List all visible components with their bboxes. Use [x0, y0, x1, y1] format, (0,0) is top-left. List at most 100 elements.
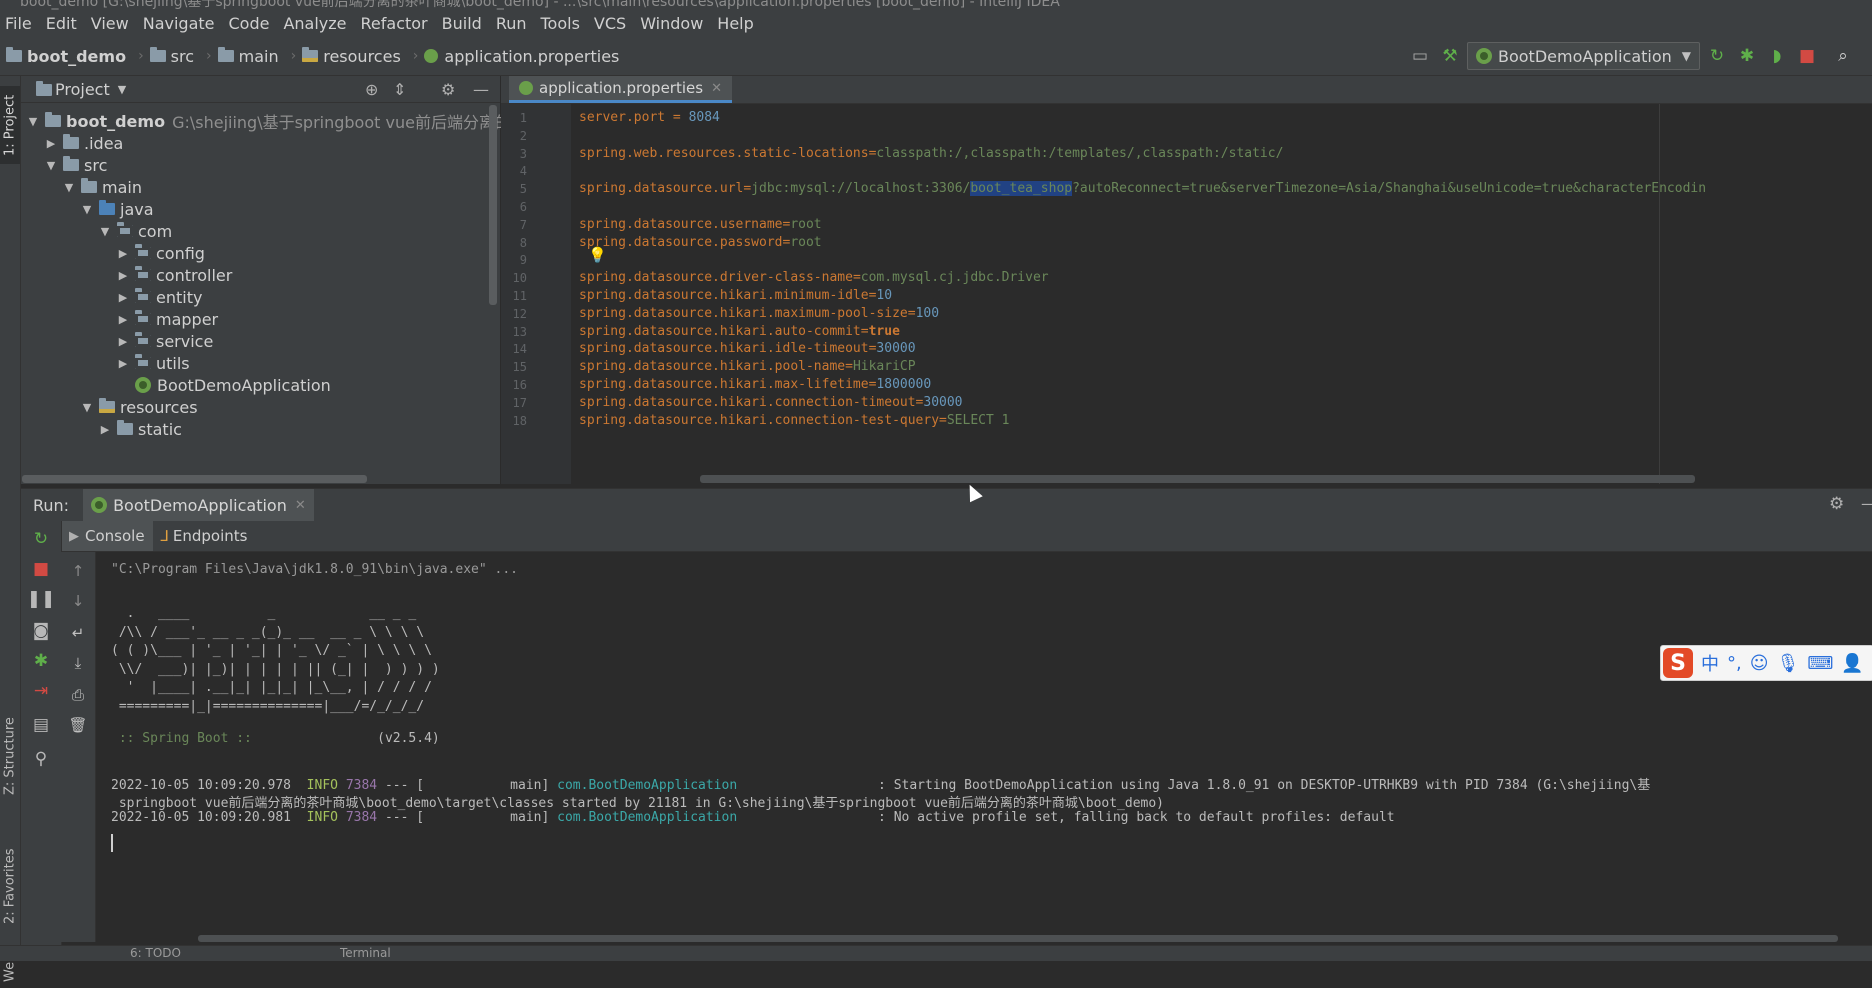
emoji-icon[interactable]: ☺ [1750, 653, 1769, 674]
tree-item[interactable]: ▶ .idea [43, 132, 124, 154]
tab-endpoints[interactable]: ⅃ Endpoints [153, 521, 256, 551]
collapsed-arrow-icon[interactable]: ▶ [115, 313, 131, 326]
scroll-up-icon[interactable]: ↑ [61, 562, 95, 580]
hide-panel-icon[interactable]: — [473, 80, 489, 99]
layout-icon[interactable]: ▤ [21, 715, 61, 735]
code-line[interactable]: spring.datasource.hikari.max-lifetime=18… [579, 377, 931, 392]
code-line[interactable]: spring.datasource.hikari.idle-timeout=30… [579, 341, 916, 356]
breadcrumb-resources[interactable]: › resources [285, 47, 401, 66]
terminal-tab[interactable]: Terminal [340, 946, 391, 960]
menu-view[interactable]: View [86, 14, 138, 33]
project-vertical-scrollbar[interactable] [489, 105, 497, 305]
debug-bug-icon[interactable]: ✱ [1734, 43, 1760, 69]
code-line[interactable]: spring.datasource.driver-class-name=com.… [579, 270, 1049, 285]
expanded-arrow-icon[interactable]: ▼ [25, 115, 41, 128]
ime-toolbar[interactable]: S 中 °, ☺ 🎙 ⌨ 👤 [1660, 645, 1872, 681]
code-line[interactable]: server.port = 8084 [579, 110, 720, 125]
scroll-down-icon[interactable]: ↓ [61, 592, 95, 610]
ime-language-toggle[interactable]: 中 [1701, 650, 1719, 676]
stop-icon[interactable]: ■ [21, 559, 61, 579]
tree-item[interactable]: ▶ entity [115, 286, 203, 308]
soft-wrap-icon[interactable]: ↵ [61, 624, 95, 642]
expanded-arrow-icon[interactable]: ▼ [61, 181, 77, 194]
project-panel-title[interactable]: Project [55, 80, 110, 99]
tool-window-project-tab[interactable]: 1: Project [0, 86, 20, 164]
code-line[interactable]: spring.datasource.username=root [579, 217, 822, 232]
editor-horizontal-scrollbar[interactable] [700, 475, 1695, 483]
debug-bug-icon[interactable]: ✱ [21, 651, 61, 671]
close-tab-icon[interactable]: ✕ [711, 81, 722, 96]
exit-icon[interactable]: ⇥ [21, 681, 61, 701]
stop-icon[interactable]: ■ [1794, 43, 1820, 69]
code-line[interactable]: spring.datasource.hikari.connection-test… [579, 413, 1009, 428]
code-line[interactable]: spring.datasource.hikari.pool-name=Hikar… [579, 359, 916, 374]
expanded-arrow-icon[interactable]: ▼ [43, 159, 59, 172]
gear-icon[interactable]: ⚙ [441, 80, 455, 99]
tree-item[interactable]: ▼ boot_demo G:\shejiing\基于springboot vue前后… [25, 110, 543, 133]
rerun-icon[interactable]: ↻ [21, 529, 61, 549]
breadcrumb-project[interactable]: boot_demo [6, 47, 126, 66]
expanded-arrow-icon[interactable]: ▼ [97, 225, 113, 238]
collapsed-arrow-icon[interactable]: ▶ [115, 335, 131, 348]
user-icon[interactable]: 👤 [1841, 653, 1863, 674]
build-hammer-icon[interactable]: ⚒ [1437, 43, 1463, 69]
camera-icon[interactable]: ◙ [21, 621, 61, 641]
tree-item[interactable]: ▶ static [97, 418, 182, 440]
collapsed-arrow-icon[interactable]: ▶ [43, 137, 59, 150]
code-line[interactable]: spring.datasource.hikari.maximum-pool-si… [579, 306, 939, 321]
trash-icon[interactable]: 🗑 [61, 716, 95, 734]
scroll-to-end-icon[interactable]: ⤓ [61, 654, 95, 672]
tree-item[interactable]: BootDemoApplication [115, 374, 331, 396]
tree-item[interactable]: ▶ utils [115, 352, 190, 374]
hide-panel-icon[interactable]: — [1861, 494, 1872, 513]
layout-icon[interactable]: ▭ [1407, 43, 1433, 69]
chevron-down-icon[interactable]: ▼ [118, 83, 126, 96]
tab-console[interactable]: ▶ Console [61, 521, 153, 551]
menu-build[interactable]: Build [437, 14, 491, 33]
collapsed-arrow-icon[interactable]: ▶ [97, 423, 113, 436]
lightbulb-icon[interactable]: 💡 [588, 246, 607, 264]
console-horizontal-scrollbar[interactable] [198, 935, 1838, 942]
menu-help[interactable]: Help [712, 14, 762, 33]
locate-file-icon[interactable]: ⊕ [365, 80, 378, 99]
tree-item[interactable]: ▶ controller [115, 264, 233, 286]
code-line[interactable]: spring.datasource.hikari.connection-time… [579, 395, 963, 410]
rerun-icon[interactable]: ↻ [1704, 43, 1730, 69]
collapsed-arrow-icon[interactable]: ▶ [115, 247, 131, 260]
pause-icon[interactable]: ❚❚ [21, 589, 61, 609]
run-tab-bootdemoapplication[interactable]: BootDemoApplication ✕ [83, 489, 314, 521]
breadcrumb-main[interactable]: › main [200, 47, 279, 66]
tree-item[interactable]: ▼ resources [79, 396, 198, 418]
menu-navigate[interactable]: Navigate [138, 14, 224, 33]
tree-item[interactable]: ▶ service [115, 330, 214, 352]
tree-item[interactable]: ▼ main [61, 176, 142, 198]
menu-edit[interactable]: Edit [41, 14, 86, 33]
tree-item[interactable]: ▶ mapper [115, 308, 218, 330]
close-tab-icon[interactable]: ✕ [295, 498, 306, 513]
editor-tab-application-properties[interactable]: application.properties ✕ [509, 76, 732, 103]
expanded-arrow-icon[interactable]: ▼ [79, 203, 95, 216]
menu-analyze[interactable]: Analyze [278, 14, 355, 33]
coverage-icon[interactable]: ◗ [1764, 43, 1790, 69]
print-icon[interactable]: ⎙ [61, 686, 95, 704]
tree-item[interactable]: ▶ config [115, 242, 205, 264]
collapse-all-icon[interactable]: ⇕ [393, 80, 406, 99]
collapsed-arrow-icon[interactable]: ▶ [115, 291, 131, 304]
todo-tab[interactable]: 6: TODO [130, 946, 181, 960]
code-line[interactable]: spring.datasource.hikari.auto-commit=tru… [579, 324, 900, 339]
console-output[interactable]: "C:\Program Files\Java\jdk1.8.0_91\bin\j… [96, 552, 1872, 942]
menu-file[interactable]: File [0, 14, 41, 33]
tree-item[interactable]: ▼ java [79, 198, 154, 220]
expanded-arrow-icon[interactable]: ▼ [79, 401, 95, 414]
tree-item[interactable]: ▼ src [43, 154, 108, 176]
microphone-icon[interactable]: 🎙 [1777, 653, 1800, 674]
code-line[interactable]: spring.datasource.url=jdbc:mysql://local… [579, 181, 1706, 197]
project-horizontal-scrollbar[interactable] [22, 475, 367, 483]
search-icon[interactable]: ⌕ [1830, 43, 1856, 69]
menu-window[interactable]: Window [635, 14, 712, 33]
collapsed-arrow-icon[interactable]: ▶ [115, 357, 131, 370]
run-configuration-select[interactable]: BootDemoApplication ▼ [1467, 42, 1700, 70]
tool-window-favorites-tab[interactable]: 2: Favorites [0, 836, 20, 936]
pin-icon[interactable]: ⚲ [21, 749, 61, 769]
keyboard-icon[interactable]: ⌨ [1807, 653, 1833, 674]
